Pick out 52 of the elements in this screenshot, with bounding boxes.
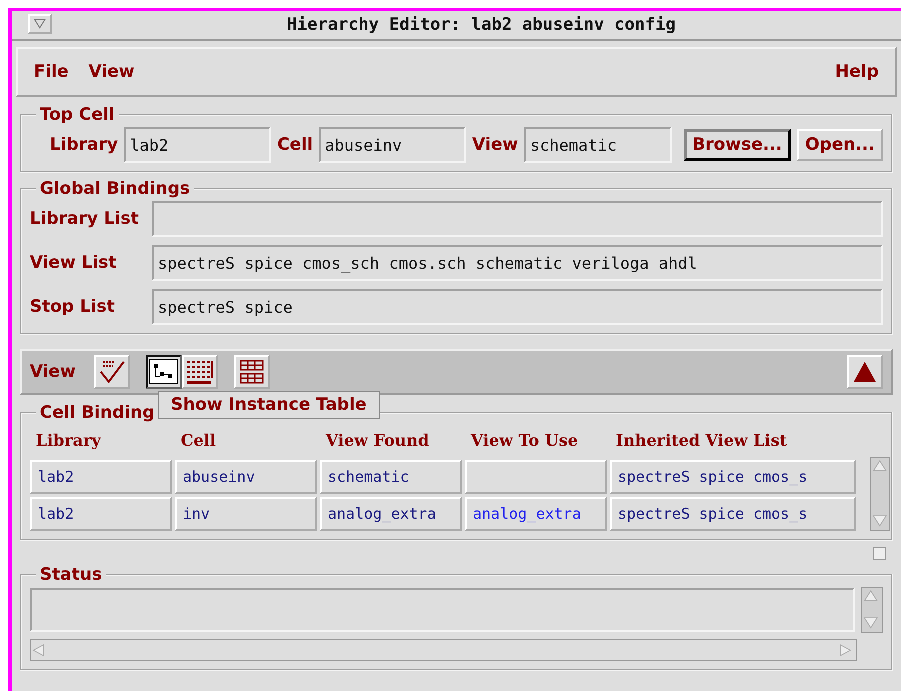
field-label: Stop List	[30, 297, 116, 317]
field-label: Library List	[30, 209, 140, 229]
window-menu-button[interactable]	[28, 14, 52, 34]
input-field[interactable]: abuseinv	[319, 127, 466, 163]
tooltip: Show Instance Table	[158, 391, 380, 419]
resize-handle-icon[interactable]	[873, 547, 887, 561]
dialog-button[interactable]: Browse...	[684, 129, 792, 161]
horizontal-scrollbar[interactable]	[30, 639, 857, 661]
vertical-scrollbar[interactable]	[861, 587, 883, 633]
table-cell[interactable]: inv	[175, 497, 317, 531]
triangle-icon	[34, 19, 46, 29]
table-cell[interactable]: spectreS spice cmos_s	[610, 497, 856, 531]
group-title: Global Bindings	[39, 179, 192, 199]
input-field[interactable]: spectreS spice cmos_sch cmos.sch schematic veriloga ahdl	[152, 245, 883, 281]
field-label: View	[472, 135, 518, 155]
column-header: View To Use	[470, 430, 580, 452]
group-title: Cell Binding	[39, 403, 156, 423]
input-field[interactable]: spectreS spice	[152, 289, 883, 325]
input-field[interactable]	[152, 201, 883, 237]
menu-item[interactable]: Help	[835, 62, 879, 82]
toolbar-label: View	[30, 362, 76, 382]
group-title: Top Cell	[39, 105, 116, 125]
field-label: Cell	[277, 135, 314, 155]
input-field[interactable]: lab2	[124, 127, 272, 163]
menu-item[interactable]: File	[34, 62, 69, 82]
triangle-icon	[852, 360, 878, 384]
table-cell[interactable]: analog_extra	[465, 497, 607, 531]
collapse-button[interactable]	[847, 355, 883, 389]
vertical-scrollbar[interactable]	[870, 457, 890, 531]
column-header: View Found	[324, 430, 430, 452]
table-icon	[238, 358, 266, 386]
toolbar-button[interactable]	[146, 355, 182, 389]
window-title: Hierarchy Editor: lab2 abuseinv config	[286, 15, 677, 35]
column-header: Library	[35, 430, 102, 452]
checkmark-icon	[98, 358, 126, 386]
column-header: Inherited View List	[615, 430, 788, 452]
table-cell[interactable]: lab2	[30, 460, 172, 494]
table-cell[interactable]: schematic	[320, 460, 462, 494]
table-cell[interactable]: abuseinv	[175, 460, 317, 494]
field-label: Library	[50, 135, 118, 155]
input-field[interactable]: schematic	[524, 127, 672, 163]
table-cell[interactable]: lab2	[30, 497, 172, 531]
instance-table-icon	[184, 358, 215, 386]
table-cell[interactable]: spectreS spice cmos_s	[610, 460, 856, 494]
column-header: Cell	[180, 430, 218, 452]
table-cell[interactable]	[465, 460, 607, 494]
tree-diagram-icon	[148, 359, 179, 385]
field-label: View List	[30, 253, 118, 273]
group-title: Status	[39, 565, 104, 585]
menu-item[interactable]: View	[88, 62, 135, 82]
table-cell[interactable]: analog_extra	[320, 497, 462, 531]
dialog-button[interactable]: Open...	[797, 129, 883, 161]
